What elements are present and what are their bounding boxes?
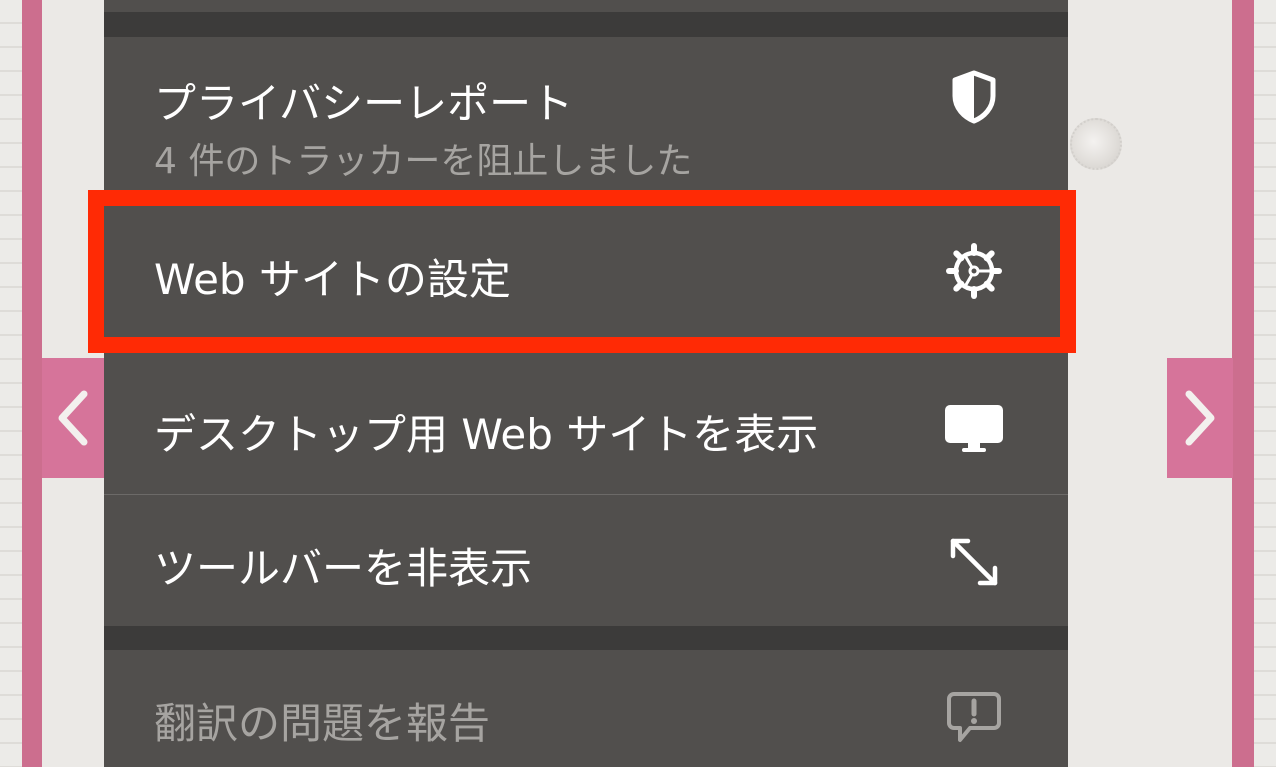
- shield-icon: [942, 65, 1006, 129]
- page-left-border: [22, 0, 42, 767]
- menu-item-previous[interactable]: [104, 0, 1068, 12]
- menu-item-report-translation[interactable]: 翻訳の問題を報告: [104, 650, 1068, 767]
- previous-page-button[interactable]: [42, 358, 104, 478]
- trackers-blocked-text: 4 件のトラッカーを阻止しました: [154, 141, 693, 182]
- website-settings-label: Web サイトの設定: [154, 255, 511, 304]
- report-translation-label: 翻訳の問題を報告: [154, 699, 491, 748]
- menu-item-privacy-report[interactable]: プライバシーレポート 4 件のトラッカーを阻止しました: [104, 37, 1068, 190]
- chevron-left-icon: [58, 390, 88, 446]
- page-right-border: [1232, 0, 1254, 767]
- report-bubble-icon: [942, 686, 1006, 750]
- menu-item-hide-toolbar[interactable]: ツールバーを非表示: [104, 495, 1068, 626]
- desktop-site-label: デスクトップ用 Web サイトを表示: [154, 410, 819, 459]
- browser-page-menu: プライバシーレポート 4 件のトラッカーを阻止しました Web サイトの設定 デ…: [104, 0, 1068, 767]
- privacy-report-label: プライバシーレポート: [154, 79, 574, 128]
- gear-icon: [942, 239, 1006, 303]
- chevron-right-icon: [1185, 390, 1215, 446]
- menu-item-website-settings[interactable]: Web サイトの設定: [104, 190, 1068, 353]
- monitor-icon: [942, 396, 1006, 460]
- expand-arrows-icon: [942, 530, 1006, 594]
- next-page-button[interactable]: [1167, 358, 1233, 478]
- menu-item-desktop-site[interactable]: デスクトップ用 Web サイトを表示: [104, 353, 1068, 494]
- decorative-circle: [1070, 118, 1122, 170]
- hide-toolbar-label: ツールバーを非表示: [154, 544, 533, 593]
